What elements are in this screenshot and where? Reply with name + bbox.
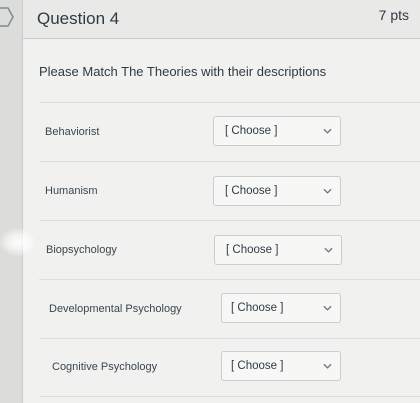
answer-select-biopsychology[interactable]: [ Choose ] — [214, 235, 342, 265]
select-value: [ Choose ] — [225, 185, 278, 197]
match-row-cognitive-psychology: Cognitive Psychology [ Choose ] — [39, 338, 420, 397]
match-row-developmental-psychology: Developmental Psychology [ Choose ] — [39, 280, 420, 339]
select-value: [ Choose ] — [226, 244, 279, 256]
match-term: Developmental Psychology — [49, 303, 182, 315]
match-term: Humanism — [45, 185, 98, 197]
question-card: Question 4 7 pts Please Match The Theori… — [22, 0, 420, 403]
match-term: Behaviorist — [45, 126, 100, 138]
chevron-down-icon — [323, 363, 332, 369]
question-header: Question 4 7 pts — [23, 0, 420, 39]
answer-select-cognitive-psychology[interactable]: [ Choose ] — [221, 351, 341, 381]
question-prompt: Please Match The Theories with their des… — [39, 64, 327, 79]
select-value: [ Choose ] — [231, 360, 284, 372]
match-term: Cognitive Psychology — [52, 361, 158, 373]
select-value: [ Choose ] — [225, 125, 278, 137]
answer-select-behaviorist[interactable]: [ Choose ] — [213, 116, 341, 146]
chevron-down-icon — [323, 305, 332, 311]
match-row-humanism: Humanism [ Choose ] — [39, 162, 420, 221]
match-row-biopsychology: Biopsychology [ Choose ] — [39, 221, 420, 280]
question-points: 7 pts — [378, 7, 409, 23]
select-value: [ Choose ] — [231, 302, 284, 314]
chevron-right-outline-icon[interactable] — [0, 6, 14, 28]
answer-select-humanism[interactable]: [ Choose ] — [213, 176, 341, 206]
match-row-behaviorist: Behaviorist [ Choose ] — [39, 103, 420, 162]
question-title: Question 4 — [37, 9, 120, 28]
chevron-down-icon — [323, 128, 332, 134]
answer-select-developmental-psychology[interactable]: [ Choose ] — [221, 293, 341, 323]
chevron-down-icon — [323, 188, 332, 194]
chevron-down-icon — [324, 247, 333, 253]
match-term: Biopsychology — [46, 244, 117, 256]
